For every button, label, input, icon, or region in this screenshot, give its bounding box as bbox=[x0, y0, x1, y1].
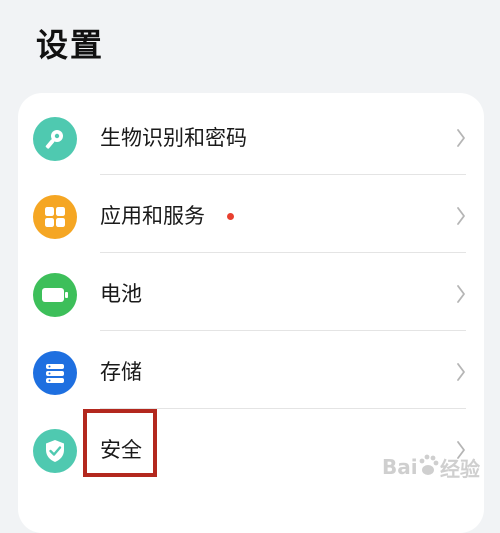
svg-text:Bai: Bai bbox=[382, 455, 418, 479]
settings-item-biometrics-password[interactable]: 生物识别和密码 bbox=[18, 97, 484, 175]
settings-item-apps-services[interactable]: 应用和服务 bbox=[18, 175, 484, 253]
highlight-box bbox=[83, 409, 157, 477]
page-title: 设置 bbox=[36, 26, 105, 64]
apps-grid-icon bbox=[33, 195, 77, 239]
notification-dot bbox=[227, 213, 234, 220]
settings-item-label: 电池 bbox=[100, 282, 142, 306]
battery-icon bbox=[33, 273, 77, 317]
paw-logo-icon: Bai 经验 bbox=[382, 454, 480, 481]
settings-item-label: 生物识别和密码 bbox=[100, 126, 247, 150]
chevron-right-icon bbox=[457, 129, 465, 147]
storage-icon bbox=[33, 351, 77, 395]
chevron-right-icon bbox=[457, 363, 465, 381]
chevron-right-icon bbox=[457, 285, 465, 303]
svg-text:经验: 经验 bbox=[440, 457, 480, 481]
settings-item-storage[interactable]: 存储 bbox=[18, 331, 484, 409]
chevron-right-icon bbox=[457, 207, 465, 225]
baidu-jingyan-watermark: Bai 经验 bbox=[382, 444, 494, 496]
settings-item-label: 存储 bbox=[100, 360, 142, 384]
settings-item-battery[interactable]: 电池 bbox=[18, 253, 484, 331]
shield-check-icon bbox=[33, 429, 77, 473]
key-icon bbox=[33, 117, 77, 161]
settings-item-label: 应用和服务 bbox=[100, 204, 205, 228]
